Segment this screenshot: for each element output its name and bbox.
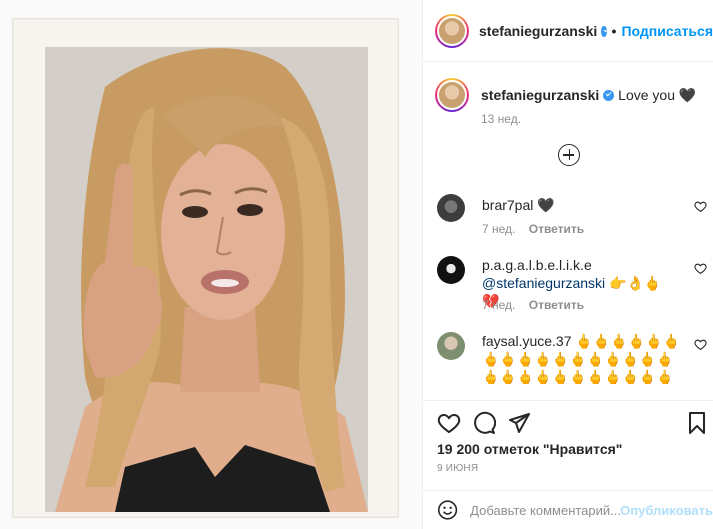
heart-icon[interactable] bbox=[694, 338, 707, 351]
caption-avatar-inner bbox=[437, 80, 467, 110]
heart-icon[interactable] bbox=[437, 411, 461, 435]
comment-meta: 7 нед. Ответить bbox=[482, 298, 584, 312]
comment-icon[interactable] bbox=[472, 411, 496, 435]
post-date[interactable]: 9 ИЮНЯ bbox=[437, 463, 478, 474]
reply-button[interactable]: Ответить bbox=[529, 298, 584, 312]
comment-avatar[interactable] bbox=[437, 332, 465, 360]
comment-body: faysal.yuce.37 🖕🖕🖕🖕🖕🖕🖕🖕🖕🖕🖕🖕🖕🖕🖕🖕🖕🖕🖕🖕🖕🖕🖕🖕🖕… bbox=[482, 332, 682, 384]
caption-text: stefaniegurzanski Love you 🖤 bbox=[481, 78, 696, 104]
share-icon[interactable] bbox=[507, 411, 531, 435]
caption-time[interactable]: 13 нед. bbox=[481, 112, 521, 126]
caption-avatar-image bbox=[439, 82, 465, 108]
comment-body: brar7pal 🖤 bbox=[482, 196, 677, 214]
caption-body: Love you bbox=[618, 87, 675, 103]
author-avatar[interactable] bbox=[435, 13, 469, 48]
verified-icon bbox=[601, 26, 607, 37]
publish-button[interactable]: Опубликовать bbox=[620, 503, 713, 518]
likes-count[interactable]: 19 200 отметок "Нравится" bbox=[437, 441, 622, 457]
post-media-panel bbox=[0, 0, 423, 529]
plus-circle-icon[interactable] bbox=[558, 144, 580, 166]
post-header: stefaniegurzanski • Подписаться bbox=[423, 0, 713, 62]
black-heart-emoji: 🖤 bbox=[678, 87, 697, 103]
emoji-icon[interactable] bbox=[437, 498, 458, 522]
post-photo[interactable] bbox=[45, 47, 368, 512]
comment-avatar[interactable] bbox=[437, 256, 465, 284]
polaroid-frame bbox=[12, 18, 399, 518]
post-actions: 19 200 отметок "Нравится" 9 ИЮНЯ bbox=[423, 400, 713, 490]
comment-avatar[interactable] bbox=[437, 194, 465, 222]
caption-username[interactable]: stefaniegurzanski bbox=[481, 87, 599, 103]
caption-avatar[interactable] bbox=[435, 78, 469, 112]
bookmark-icon[interactable] bbox=[685, 411, 709, 435]
author-username[interactable]: stefaniegurzanski bbox=[479, 23, 597, 39]
heart-icon[interactable] bbox=[694, 262, 707, 275]
reply-button[interactable]: Ответить bbox=[529, 222, 584, 236]
avatar-inner bbox=[437, 15, 467, 46]
comment-time[interactable]: 7 нед. bbox=[482, 222, 515, 236]
photo-illustration bbox=[45, 47, 368, 512]
avatar-image bbox=[439, 17, 465, 44]
separator-dot: • bbox=[611, 22, 617, 39]
verified-icon bbox=[603, 90, 615, 101]
comment-username[interactable]: faysal.yuce.37 bbox=[482, 333, 572, 349]
comment-mention[interactable]: @stefaniegurzanski bbox=[482, 275, 605, 291]
post-caption: stefaniegurzanski Love you 🖤 bbox=[435, 78, 705, 112]
comment-input[interactable] bbox=[470, 502, 621, 518]
comment-username[interactable]: p.a.g.a.l.b.e.l.i.k.e bbox=[482, 257, 592, 273]
follow-button[interactable]: Подписаться bbox=[621, 23, 713, 39]
heart-icon[interactable] bbox=[694, 200, 707, 213]
comment-text: 🖤 bbox=[537, 197, 555, 213]
instagram-post-view: stefaniegurzanski • Подписаться stefanie… bbox=[0, 0, 713, 529]
post-side-panel: stefaniegurzanski • Подписаться stefanie… bbox=[423, 0, 713, 529]
comment-time[interactable]: 7 нед. bbox=[482, 298, 515, 312]
comment-meta: 7 нед. Ответить bbox=[482, 222, 584, 236]
add-comment-bar: Опубликовать bbox=[423, 490, 713, 529]
comment-username[interactable]: brar7pal bbox=[482, 197, 533, 213]
